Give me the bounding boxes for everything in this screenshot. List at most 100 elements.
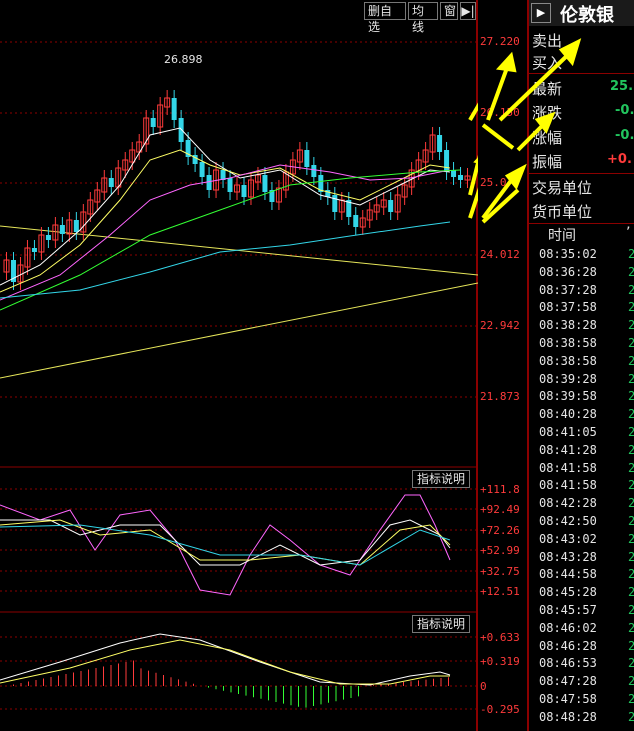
window-button[interactable]: 窗 <box>440 2 458 20</box>
change-pct-value: -0. <box>615 128 634 143</box>
tick-time: 08:42:28 <box>539 496 597 511</box>
tick-time: 08:47:28 <box>539 674 597 689</box>
tick-time: 08:43:02 <box>539 531 597 546</box>
high-price-marker: 26.898 <box>164 53 203 66</box>
candle-body <box>227 178 233 192</box>
latest-value: 25. <box>610 79 634 94</box>
candle-body <box>31 248 37 252</box>
tick-price: 2 <box>628 531 634 546</box>
currency-unit-label: 货币单位 <box>532 203 593 221</box>
amplitude-value: +0. <box>607 152 632 167</box>
tick-price: 2 <box>628 709 634 724</box>
macd-line <box>0 639 450 685</box>
change-label: 涨跌 <box>532 104 563 122</box>
tick-price: 2 <box>628 692 634 706</box>
rsi-axis-label: +111.8 <box>480 483 520 496</box>
tick-price: 2 <box>628 674 634 689</box>
tick-price: 2 <box>628 318 634 333</box>
instrument-title: 伦敦银 <box>560 5 614 26</box>
tick-price: 2 <box>628 371 634 386</box>
tick-time: 08:35:02 <box>539 247 597 261</box>
sell-label: 卖出 <box>532 32 563 50</box>
collapse-panel-icon[interactable]: ▶ <box>531 3 551 23</box>
tick-time: 08:41:58 <box>539 460 597 475</box>
tick-price: 2 <box>628 264 634 279</box>
tick-time: 08:47:58 <box>539 692 597 706</box>
trade-unit-label: 交易单位 <box>532 179 593 197</box>
price-axis-label: 21.873 <box>480 390 520 403</box>
tick-time: 08:37:28 <box>539 282 597 297</box>
tick-price: 2 <box>628 247 634 261</box>
tick-time: 08:36:28 <box>539 264 597 279</box>
tick-row: 08:39:58 2 <box>530 386 634 408</box>
latest-label: 最新 <box>532 80 563 98</box>
macd-axis-label: 0 <box>480 680 487 693</box>
tick-price: 2 <box>628 336 634 350</box>
tick-price: 2 <box>628 300 634 315</box>
tick-price: 2 <box>628 353 634 368</box>
rsi-axis-label: +12.51 <box>480 585 520 598</box>
candle-body <box>304 150 310 167</box>
price-column-header: ’ <box>626 225 631 241</box>
macd-axis-label: +0.633 <box>480 631 520 644</box>
price-axis-label: 24.012 <box>480 248 520 261</box>
tick-price: 2 <box>628 549 634 564</box>
macd-axis-label: +0.319 <box>480 655 520 668</box>
tick-time: 08:41:05 <box>539 425 597 439</box>
ma-lines-button[interactable]: 均线 <box>408 2 438 34</box>
rsi-axis-label: +32.75 <box>480 565 520 578</box>
candle-body <box>437 135 443 152</box>
tick-price: 2 <box>628 442 634 457</box>
tick-price: 2 <box>628 603 634 617</box>
annotation-arrow <box>481 188 520 224</box>
tick-time: 08:38:28 <box>539 318 597 333</box>
candle-body <box>59 225 65 234</box>
candlestick-chart[interactable] <box>0 0 478 731</box>
tick-time: 08:37:58 <box>539 300 597 315</box>
tick-time: 08:48:28 <box>539 709 597 724</box>
tick-price: 2 <box>628 460 634 475</box>
price-axis-label: 22.942 <box>480 319 520 332</box>
macd-indicator-help-button[interactable]: 指标说明 <box>412 615 471 633</box>
time-column-header: 时间 <box>548 228 576 244</box>
delete-watch-button[interactable]: 删自选 <box>364 2 406 34</box>
tick-price: 2 <box>628 656 634 671</box>
tick-row: 08:46:28 2 <box>530 636 634 658</box>
tick-row: 08:47:58 2 <box>530 689 634 711</box>
annotation-arrow <box>481 123 515 150</box>
tick-price: 2 <box>628 389 634 404</box>
tick-time: 08:38:58 <box>539 336 597 350</box>
tick-row: 08:41:05 2 <box>530 422 634 444</box>
change-value: -0. <box>615 103 634 118</box>
tick-row: 08:37:58 2 <box>530 297 634 319</box>
tick-price: 2 <box>628 282 634 297</box>
tick-time: 08:46:28 <box>539 638 597 653</box>
tick-row: 08:45:57 2 <box>530 600 634 622</box>
collapse-icon[interactable]: ▶| <box>460 2 476 20</box>
candle-body <box>444 150 450 172</box>
tick-row: 08:46:02 2 <box>530 618 634 640</box>
tick-time: 08:39:28 <box>539 371 597 386</box>
tick-time: 08:41:28 <box>539 442 597 457</box>
price-axis-label: 26.150 <box>480 106 520 119</box>
tick-time: 08:43:28 <box>539 549 597 564</box>
tick-row: 08:39:28 2 <box>530 369 634 391</box>
candle-body <box>45 235 51 240</box>
tick-time: 08:45:57 <box>539 603 597 617</box>
tick-time: 08:40:28 <box>539 407 597 422</box>
tick-row: 08:35:02 2 <box>530 244 634 266</box>
tick-row: 08:36:28 2 <box>530 262 634 284</box>
rsi-indicator-help-button[interactable]: 指标说明 <box>412 470 471 488</box>
tick-row: 08:38:58 2 <box>530 351 634 373</box>
tick-price: 2 <box>628 425 634 439</box>
rsi-axis-label: +52.99 <box>480 544 520 557</box>
tick-price: 2 <box>628 514 634 528</box>
tick-time: 08:45:28 <box>539 585 597 600</box>
tick-row: 08:48:28 2 <box>530 707 634 729</box>
tick-price: 2 <box>628 638 634 653</box>
change-pct-label: 涨幅 <box>532 129 563 147</box>
tick-price: 2 <box>628 585 634 600</box>
macd-line <box>0 633 451 686</box>
candle-body <box>311 165 317 177</box>
candle-body <box>353 215 359 227</box>
